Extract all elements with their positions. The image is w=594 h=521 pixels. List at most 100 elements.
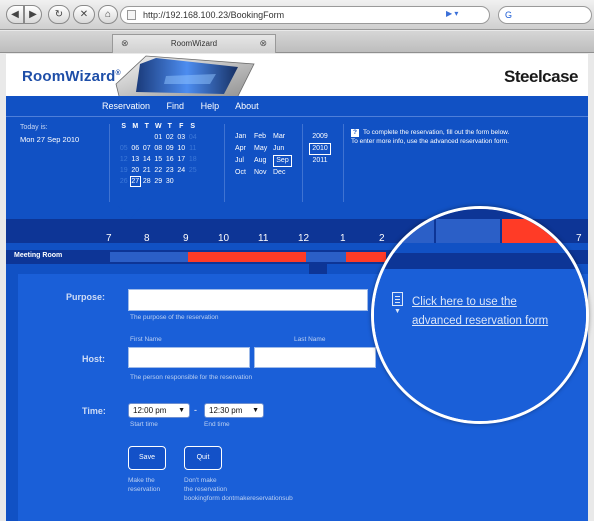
month-aug[interactable]: Aug [254, 155, 273, 167]
calendar-day[interactable]: 24 [176, 165, 188, 176]
month-oct[interactable]: Oct [235, 167, 254, 179]
quit-button[interactable]: Quit [184, 446, 222, 470]
calendar-day[interactable]: 21 [141, 165, 153, 176]
free-slot[interactable] [306, 252, 346, 262]
calendar-day[interactable]: 20 [130, 165, 142, 176]
url-bar[interactable]: http://192.168.100.23/BookingForm [120, 6, 490, 24]
menu-about[interactable]: About [235, 101, 259, 111]
triangle-down-icon: ▼ [394, 308, 401, 315]
calendar-day[interactable]: 19 [118, 165, 130, 176]
date-pointer [118, 206, 142, 219]
calendar-day[interactable]: 22 [153, 165, 165, 176]
end-time-select[interactable]: 12:30 pm ▼ [204, 403, 264, 418]
advanced-reservation-link[interactable]: Click here to use the advanced reservati… [412, 293, 582, 331]
help-line-2: To enter more info, use the advanced res… [351, 138, 509, 145]
calendar-day[interactable]: 11 [187, 143, 199, 154]
month-mar[interactable]: Mar [273, 131, 292, 143]
start-time-value: 12:00 pm [133, 406, 167, 415]
calendar-day[interactable]: 26 [118, 176, 130, 187]
month-sep[interactable]: Sep [273, 155, 292, 167]
month-jul[interactable]: Jul [235, 155, 254, 167]
calendar-day[interactable]: 05 [118, 143, 130, 154]
year-2009[interactable]: 2009 [309, 131, 331, 143]
free-slot [436, 219, 500, 243]
month-dec[interactable]: Dec [273, 167, 292, 179]
save-button[interactable]: Save [128, 446, 166, 470]
new-tab-icon[interactable]: ⊗ [259, 35, 267, 52]
calendar-day[interactable]: 13 [130, 154, 142, 165]
purpose-hint: The purpose of the reservation [130, 314, 219, 321]
booked-slot [188, 252, 306, 262]
start-time-select[interactable]: 12:00 pm ▼ [128, 403, 190, 418]
year-2010[interactable]: 2010 [309, 143, 331, 155]
calendar-day[interactable]: 25 [187, 165, 199, 176]
back-arrow-icon: ◀ [11, 9, 19, 20]
calendar-day[interactable]: 14 [141, 154, 153, 165]
first-name-label: First Name [130, 336, 162, 343]
calendar-day[interactable]: 01 [153, 132, 165, 143]
calendar-day[interactable]: 16 [164, 154, 176, 165]
time-separator: - [194, 405, 197, 415]
calendar-day[interactable]: 29 [153, 176, 165, 187]
purpose-input[interactable] [128, 289, 368, 311]
menu-help[interactable]: Help [201, 101, 220, 111]
tab-roomwizard[interactable]: ⊗ RoomWizard ⊗ [112, 34, 276, 53]
top-menu: Reservation Find Help About [102, 101, 273, 111]
reload-icon: ↻ [54, 9, 64, 20]
quit-hint: Don't make the reservation bookingform don… [184, 477, 293, 502]
calendar-day[interactable]: 18 [187, 154, 199, 165]
today-value: Mon 27 Sep 2010 [20, 135, 80, 144]
divider [302, 124, 303, 202]
month-jan[interactable]: Jan [235, 131, 254, 143]
calendar-day[interactable]: 15 [153, 154, 165, 165]
calendar-day[interactable]: 30 [164, 176, 176, 187]
free-slot [374, 219, 434, 243]
forward-arrow-icon: ▶ [29, 9, 37, 20]
last-name-input[interactable] [254, 347, 376, 368]
room-label: Meeting Room [14, 252, 63, 259]
weekday-header: W [154, 123, 162, 130]
purpose-label: Purpose: [66, 292, 106, 302]
forward-button[interactable]: ▶ [24, 5, 42, 24]
month-apr[interactable]: Apr [235, 143, 254, 155]
calendar-day[interactable]: 10 [176, 143, 188, 154]
url-dropdown-icon[interactable]: ▶ ▾ [446, 9, 458, 18]
month-jun[interactable]: Jun [273, 143, 292, 155]
menu-find[interactable]: Find [167, 101, 185, 111]
calendar-empty [118, 132, 130, 143]
calendar-day[interactable]: 09 [164, 143, 176, 154]
tab-title: RoomWizard [170, 39, 218, 48]
reload-button[interactable]: ↻ [48, 5, 70, 24]
home-button[interactable]: ⌂ [98, 5, 118, 24]
weekday-header: T [167, 123, 172, 130]
free-slot[interactable] [110, 252, 188, 262]
month-nov[interactable]: Nov [254, 167, 273, 179]
month-feb[interactable]: Feb [254, 131, 273, 143]
first-name-input[interactable] [128, 347, 250, 368]
calendar-day[interactable]: 02 [164, 132, 176, 143]
year-2011[interactable]: 2011 [309, 155, 331, 167]
calendar-day[interactable]: 28 [141, 176, 153, 187]
stop-button[interactable]: ✕ [73, 5, 95, 24]
divider [343, 124, 344, 202]
calendar-day[interactable]: 27 [129, 176, 141, 187]
help-text: ? To complete the reservation, fill out t… [351, 128, 581, 146]
hour-label: 1 [340, 233, 346, 244]
calendar-day[interactable]: 07 [141, 143, 153, 154]
menu-reservation[interactable]: Reservation [102, 101, 150, 111]
calendar-day[interactable]: 03 [176, 132, 188, 143]
hour-label: 9 [183, 233, 189, 244]
calendar-day[interactable]: 08 [153, 143, 165, 154]
stop-icon: ✕ [79, 9, 89, 20]
month-may[interactable]: May [254, 143, 273, 155]
back-button[interactable]: ◀ [6, 5, 24, 24]
magnifier-callout: ▼ Click here to use the advanced reserva… [371, 206, 589, 424]
calendar-day[interactable]: 23 [164, 165, 176, 176]
tab-close-icon[interactable]: ⊗ [121, 35, 129, 52]
host-hint: The person responsible for the reservati… [130, 374, 253, 381]
calendar-day[interactable]: 17 [176, 154, 188, 165]
calendar-day[interactable]: 06 [130, 143, 142, 154]
calendar-day[interactable]: 04 [187, 132, 199, 143]
calendar-day[interactable]: 12 [118, 154, 130, 165]
search-input[interactable]: G [498, 6, 592, 24]
